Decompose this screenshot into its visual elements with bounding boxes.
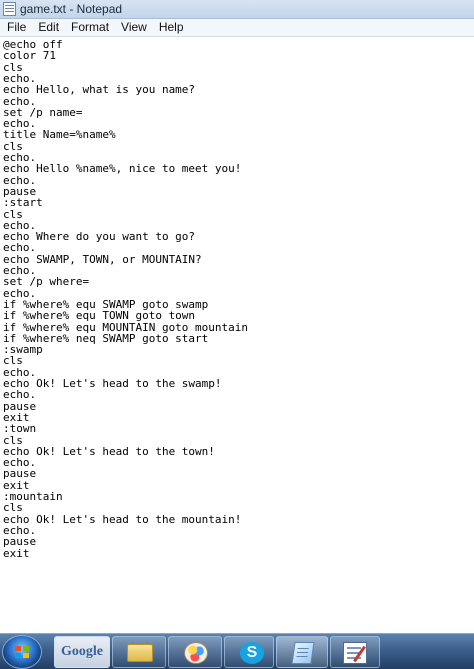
editor-line: pause xyxy=(3,535,37,549)
editor-line: cls xyxy=(3,501,23,515)
editor-line: if %where% equ TOWN goto town xyxy=(3,309,196,323)
menu-edit[interactable]: Edit xyxy=(33,19,64,36)
menu-file[interactable]: File xyxy=(2,19,31,36)
menu-help[interactable]: Help xyxy=(154,19,189,36)
notepad-taskbar-button[interactable] xyxy=(276,636,328,668)
editor-line: set /p where= xyxy=(3,275,90,289)
menu-view[interactable]: View xyxy=(116,19,152,36)
google-button[interactable]: Google xyxy=(54,636,110,668)
text-editor[interactable]: @echo off color 71 cls echo. echo Hello, wha… xyxy=(0,37,474,633)
editor-line: color 71 xyxy=(3,49,56,63)
editor-icon xyxy=(343,642,367,664)
editor-line: pause xyxy=(3,467,37,481)
paint-icon xyxy=(184,642,208,664)
editor-line: title Name=%name% xyxy=(3,128,116,142)
start-button[interactable] xyxy=(2,635,42,669)
google-label: Google xyxy=(61,644,103,659)
paint-button[interactable] xyxy=(168,636,222,668)
editor-line: echo. xyxy=(3,241,37,255)
window-title: game.txt - Notepad xyxy=(20,2,123,16)
notepad-icon xyxy=(3,2,16,16)
skype-button[interactable]: S xyxy=(224,636,274,668)
notepad-icon xyxy=(291,642,315,664)
editor-line: echo Hello %name%, nice to meet you! xyxy=(3,162,242,176)
skype-icon: S xyxy=(240,642,264,664)
editor-line: echo. xyxy=(3,388,37,402)
editor-line: cls xyxy=(3,354,23,368)
taskbar: Google S xyxy=(0,633,474,669)
menu-format[interactable]: Format xyxy=(66,19,114,36)
editor-line: echo Hello, what is you name? xyxy=(3,83,196,97)
editor-line: :town xyxy=(3,422,37,436)
title-bar[interactable]: game.txt - Notepad xyxy=(0,0,474,19)
menu-bar: File Edit Format View Help xyxy=(0,19,474,37)
editor-line: exit xyxy=(3,546,30,560)
editor-line: :start xyxy=(3,196,43,210)
editor-button[interactable] xyxy=(330,636,380,668)
explorer-button[interactable] xyxy=(112,636,166,668)
editor-line: echo Ok! Let's head to the mountain! xyxy=(3,512,242,526)
folder-icon xyxy=(127,644,153,662)
